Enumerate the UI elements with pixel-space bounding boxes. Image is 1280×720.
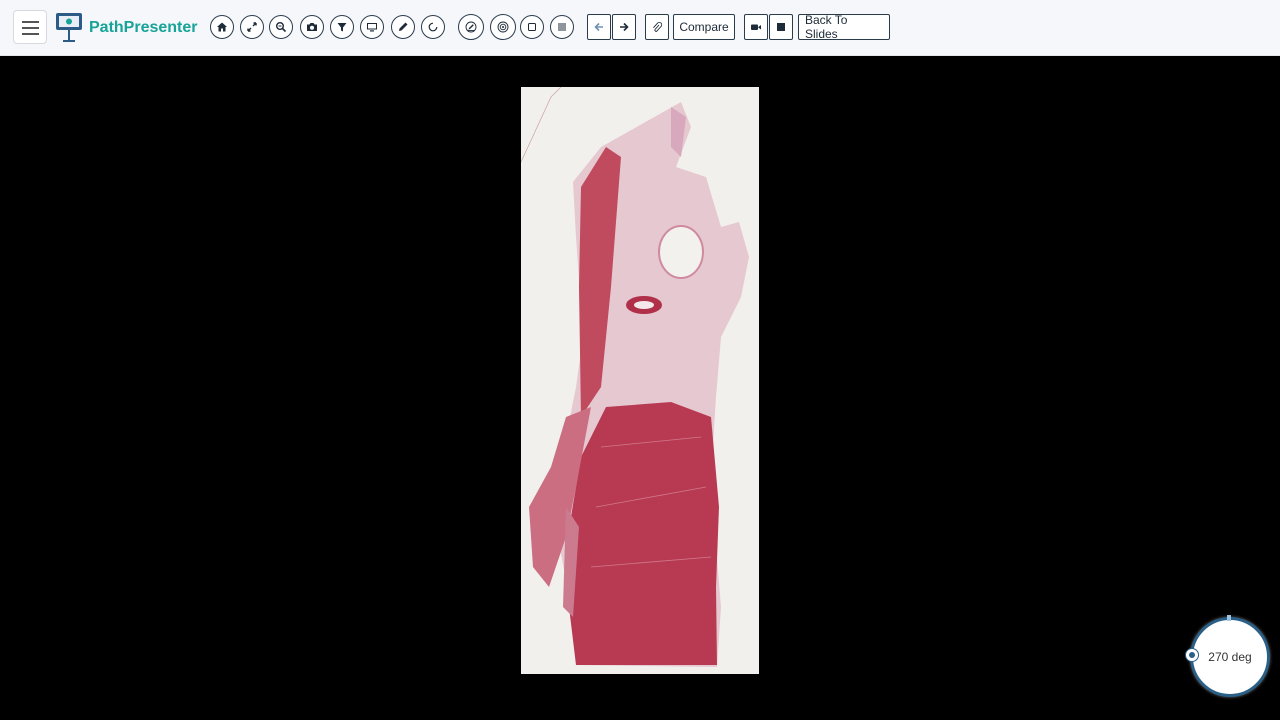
stop-icon — [777, 23, 785, 31]
previous-slide-button[interactable] — [587, 14, 611, 40]
pathpresenter-logo-icon — [56, 13, 82, 42]
attachment-button[interactable] — [645, 14, 669, 40]
filter-button[interactable] — [330, 15, 354, 39]
arrow-right-icon — [620, 22, 629, 32]
zoom-icon — [276, 22, 287, 33]
home-button[interactable] — [210, 15, 234, 39]
compare-button[interactable]: Compare — [673, 14, 735, 40]
slide-image[interactable] — [521, 87, 759, 674]
top-toolbar: PathPresenter Compare Back To Slides — [0, 0, 1280, 56]
app-brand[interactable]: PathPresenter — [89, 19, 198, 37]
rotate-icon — [428, 22, 438, 32]
target-icon — [497, 21, 509, 33]
video-icon — [751, 24, 761, 30]
paperclip-icon — [653, 22, 663, 32]
zoom-button[interactable] — [269, 15, 293, 39]
pencil-button[interactable] — [391, 15, 415, 39]
list-button[interactable] — [550, 15, 574, 39]
arrow-left-icon — [594, 22, 603, 32]
target-button[interactable] — [490, 14, 516, 40]
rotation-dial[interactable]: 270 deg — [1190, 617, 1270, 697]
stop-button[interactable] — [769, 14, 793, 40]
square-icon — [528, 23, 536, 31]
monitor-button[interactable] — [360, 15, 384, 39]
fullscreen-icon — [247, 22, 257, 32]
list-icon — [558, 23, 566, 31]
annotate-icon — [465, 21, 477, 33]
filter-icon — [337, 23, 347, 32]
rotation-handle-icon[interactable] — [1185, 648, 1199, 662]
camera-button[interactable] — [300, 15, 324, 39]
pencil-icon — [399, 22, 408, 31]
home-icon — [217, 22, 227, 32]
camera-icon — [307, 23, 317, 31]
back-to-slides-button[interactable]: Back To Slides — [798, 13, 890, 41]
rotation-zero-marker — [1227, 615, 1231, 621]
next-slide-button[interactable] — [612, 14, 636, 40]
record-video-button[interactable] — [744, 14, 768, 40]
rotation-label: 270 deg — [1208, 650, 1252, 664]
fullscreen-button[interactable] — [240, 15, 264, 39]
monitor-icon — [367, 23, 377, 32]
annotate-button[interactable] — [458, 14, 484, 40]
tissue-section-image — [521, 87, 759, 674]
menu-icon[interactable] — [13, 10, 47, 44]
rotate-button[interactable] — [421, 15, 445, 39]
square-button[interactable] — [520, 15, 544, 39]
